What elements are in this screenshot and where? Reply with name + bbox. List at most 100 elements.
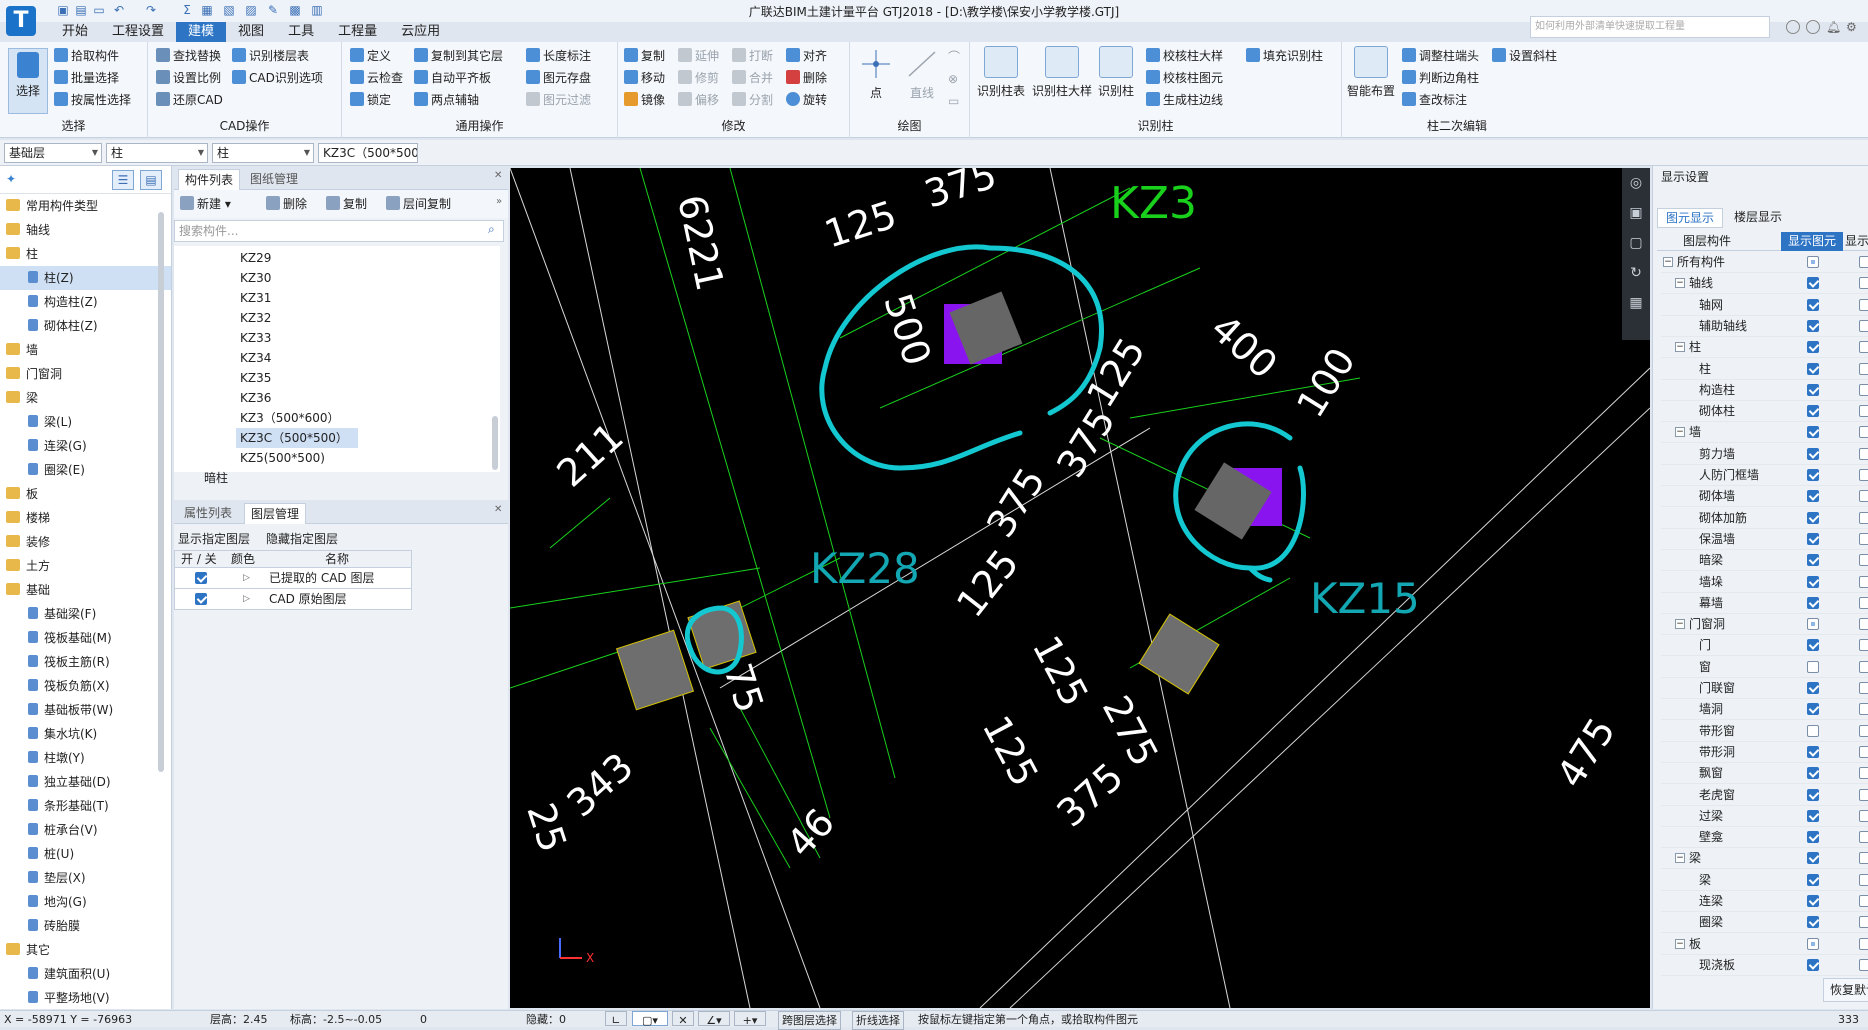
show-element-checkbox[interactable] <box>1807 682 1819 694</box>
display-row[interactable]: 带形窗 <box>1661 721 1868 742</box>
category-select[interactable]: 柱 ▼ <box>106 143 208 163</box>
cross-icon[interactable]: ✕ <box>672 1011 694 1027</box>
component-list-item[interactable]: KZ5(500*500) <box>240 448 325 468</box>
tab-layer-management[interactable]: 图层管理 <box>244 503 307 524</box>
display-row[interactable]: 砌体加筋 <box>1661 508 1868 529</box>
show-name-checkbox[interactable] <box>1859 618 1868 631</box>
display-row[interactable]: 轴网 <box>1661 295 1868 316</box>
display-row[interactable]: 辅助轴线 <box>1661 316 1868 337</box>
show-name-checkbox[interactable] <box>1859 660 1868 673</box>
collapse-icon[interactable]: − <box>1663 257 1673 267</box>
point-button[interactable]: 点 <box>856 48 896 101</box>
polyline-select-button[interactable]: 折线选择 <box>852 1011 904 1030</box>
tab-cloud[interactable]: 云应用 <box>389 22 452 42</box>
show-element-checkbox[interactable] <box>1807 256 1819 268</box>
show-name-checkbox[interactable] <box>1859 831 1868 844</box>
show-name-checkbox[interactable] <box>1859 532 1868 545</box>
show-name-checkbox[interactable] <box>1859 639 1868 652</box>
list-view-icon[interactable]: ☰ <box>112 170 134 190</box>
tree-item[interactable]: 垫层(X) <box>0 866 171 890</box>
offset-button[interactable]: 偏移 <box>678 90 719 110</box>
display-row[interactable]: 柱 <box>1661 359 1868 380</box>
show-element-checkbox[interactable] <box>1807 575 1819 588</box>
display-row[interactable]: 门 <box>1661 635 1868 657</box>
display-row[interactable]: − 板 <box>1661 934 1868 955</box>
tree-item[interactable]: 筏板负筋(X) <box>0 674 171 698</box>
component-list-item[interactable]: KZ34 <box>240 348 271 368</box>
drawing-canvas[interactable]: KZ3 KZ28 KZ15 6221 125 375 500 125 375 4… <box>510 168 1650 1008</box>
set-slant-column-button[interactable]: 设置斜柱 <box>1492 46 1557 66</box>
component-search-input[interactable]: 搜索构件... <box>174 220 504 242</box>
collapse-icon[interactable]: − <box>1675 278 1685 289</box>
snap-mode-icon[interactable]: ∟ <box>605 1011 627 1027</box>
collapse-icon[interactable]: − <box>1675 938 1685 949</box>
component-list-item[interactable]: KZ32 <box>240 308 271 328</box>
display-row[interactable]: − 轴线 <box>1661 273 1868 295</box>
adjust-column-end-button[interactable]: 调整柱端头 <box>1402 46 1479 66</box>
two-point-axis-button[interactable]: 两点辅轴 <box>414 90 479 110</box>
cad-options-button[interactable]: CAD识别选项 <box>232 68 323 88</box>
attr-select-button[interactable]: 按属性选择 <box>54 90 131 110</box>
component-group-hidden-column[interactable]: 暗柱 <box>204 468 228 488</box>
show-element-checkbox[interactable] <box>1807 767 1819 780</box>
cad-drawing[interactable]: KZ3 KZ28 KZ15 6221 125 375 500 125 375 4… <box>510 168 1650 1008</box>
copy-component-button[interactable]: 复制 <box>326 194 367 214</box>
select-big-button[interactable]: 选择 <box>8 48 48 114</box>
floor-select[interactable]: 基础层 ▼ <box>4 143 102 163</box>
search-icon[interactable]: ⌕ <box>488 222 495 237</box>
type-select[interactable]: 柱 ▼ <box>212 143 314 163</box>
display-row[interactable]: − 梁 <box>1661 848 1868 870</box>
show-name-checkbox[interactable] <box>1859 383 1868 396</box>
show-element-checkbox[interactable] <box>1807 383 1819 396</box>
show-element-checkbox[interactable] <box>1807 511 1819 524</box>
show-element-checkbox[interactable] <box>1807 426 1819 439</box>
break-button[interactable]: 打断 <box>732 46 773 66</box>
show-element-checkbox[interactable] <box>1807 852 1819 865</box>
tree-item[interactable]: 地沟(G) <box>0 890 171 914</box>
component-list-item[interactable]: KZ29 <box>240 248 271 268</box>
split-button[interactable]: 分割 <box>732 90 773 110</box>
show-element-checkbox[interactable] <box>1807 788 1819 801</box>
tree-item[interactable]: 基础板带(W) <box>0 698 171 722</box>
show-name-checkbox[interactable] <box>1859 809 1868 822</box>
show-element-checkbox[interactable] <box>1807 639 1819 652</box>
generate-column-edge-button[interactable]: 生成柱边线 <box>1146 90 1223 110</box>
component-list-item[interactable]: KZ30 <box>240 268 271 288</box>
lock-button[interactable]: 锁定 <box>350 90 391 110</box>
collapse-icon[interactable]: − <box>1675 342 1685 353</box>
help-icon[interactable] <box>1806 20 1820 34</box>
show-layer-button[interactable]: 显示指定图层 <box>178 530 250 547</box>
hide-layer-button[interactable]: 隐藏指定图层 <box>266 530 338 547</box>
display-row[interactable]: 墙垛 <box>1661 572 1868 593</box>
display-row[interactable]: 砌体墙 <box>1661 486 1868 508</box>
expand-icon[interactable]: ▷ <box>243 568 250 588</box>
show-name-checkbox[interactable] <box>1859 341 1868 354</box>
component-list-item[interactable]: KZ35 <box>240 368 271 388</box>
tab-element-display[interactable]: 图元显示 <box>1657 208 1723 228</box>
show-name-checkbox[interactable] <box>1859 724 1868 737</box>
collapse-icon[interactable]: − <box>1675 427 1685 438</box>
display-row[interactable]: 门联窗 <box>1661 678 1868 699</box>
tree-item[interactable]: 柱(Z) <box>0 266 171 290</box>
column-kz28-left[interactable] <box>615 629 695 711</box>
settings-icon[interactable]: ⚙ <box>1846 20 1857 34</box>
restore-cad-button[interactable]: 还原CAD <box>156 90 223 110</box>
tree-item[interactable]: 建筑面积(U) <box>0 962 171 986</box>
show-element-checkbox[interactable] <box>1807 703 1819 716</box>
display-row[interactable]: 暗梁 <box>1661 550 1868 572</box>
tree-category[interactable]: 梁 <box>0 386 171 410</box>
check-column-element-button[interactable]: 校核柱图元 <box>1146 68 1223 88</box>
tree-scrollbar[interactable] <box>158 212 164 772</box>
show-element-checkbox[interactable] <box>1807 660 1819 673</box>
view-toolbar-icons[interactable]: ◎ ▣ ▢ ↻ ▦ <box>1622 168 1650 318</box>
smart-layout-button[interactable]: 智能布置 <box>1346 46 1396 99</box>
inter-floor-copy-button[interactable]: 层间复制 <box>386 194 451 214</box>
judge-corner-button[interactable]: 判断边角柱 <box>1402 68 1479 88</box>
check-column-detail-button[interactable]: 校核柱大样 <box>1146 46 1223 66</box>
cloud-check-button[interactable]: 云检查 <box>350 68 403 88</box>
pin-icon[interactable]: ✦ <box>6 172 16 186</box>
display-row[interactable]: 窗 <box>1661 657 1868 678</box>
tree-item[interactable]: 桩(U) <box>0 842 171 866</box>
show-element-checkbox[interactable] <box>1807 319 1819 332</box>
display-row[interactable]: 梁 <box>1661 870 1868 891</box>
